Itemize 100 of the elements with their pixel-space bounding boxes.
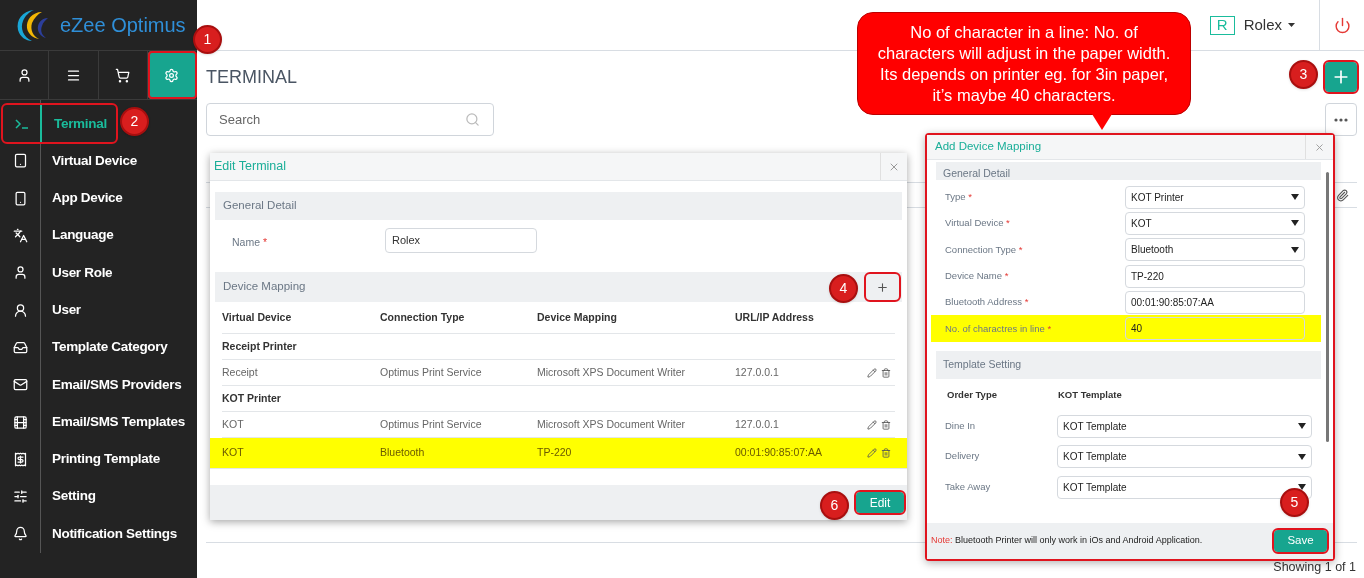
pagination-info: Showing 1 of 1 (1273, 559, 1356, 576)
close-icon (1314, 141, 1325, 153)
field-label: Bluetooth Address * (944, 295, 1030, 310)
caret-icon (1298, 484, 1306, 491)
name-field[interactable]: Rolex (385, 228, 537, 253)
user-icon (12, 302, 28, 318)
search-field[interactable]: Search (206, 103, 494, 136)
more-icon (1334, 117, 1348, 122)
field-label: Dine In (944, 418, 977, 433)
field-label: Device Name * (944, 268, 1010, 283)
person-icon (12, 265, 28, 281)
field-label: Connection Type * (944, 242, 1024, 257)
film-icon (12, 414, 28, 430)
sidebar-item[interactable]: Email/SMS Templates (0, 403, 197, 441)
table-cell-text: KOT (222, 445, 245, 461)
field-label: Name * (231, 235, 269, 250)
terminal-icon (14, 118, 29, 129)
column-header: URL/IP Address (735, 309, 815, 325)
sliders-icon (12, 489, 28, 505)
language-icon (12, 228, 28, 244)
sidebar-item[interactable]: Printing Template (0, 440, 197, 478)
delete-icon[interactable] (881, 448, 891, 458)
sidebar-item[interactable]: User Role (0, 254, 197, 292)
sidebar-item[interactable]: Template Category (0, 328, 197, 367)
cart-icon (115, 67, 131, 83)
sidebar-item[interactable]: User (0, 291, 197, 329)
sidebar-item[interactable]: Email/SMS Providers (0, 366, 197, 404)
table-cell-text: Receipt (222, 364, 259, 380)
inbox-icon (12, 339, 28, 355)
caret-icon (1291, 220, 1299, 227)
menu-icon (65, 67, 81, 83)
dialog-title: Add Device Mapping (934, 139, 1043, 155)
tablet-icon (12, 153, 28, 169)
section-title: Template Setting (943, 356, 1022, 372)
table-cell-text: 00:01:90:85:07:AA (735, 445, 823, 461)
delete-icon[interactable] (881, 367, 891, 378)
select-field[interactable]: Bluetooth (1125, 238, 1305, 262)
select-field[interactable]: KOT Template (1057, 445, 1312, 469)
mail-icon (12, 377, 28, 393)
caret-icon (1288, 23, 1295, 27)
section-title: General Detail (223, 198, 297, 214)
field-label: Take Away (944, 479, 992, 494)
column-header: Order Type (947, 387, 998, 402)
user-avatar: R (1209, 15, 1235, 35)
sidebar-item[interactable]: Notification Settings (0, 515, 197, 553)
user-icon (16, 67, 32, 83)
input-field[interactable]: 40 (1125, 317, 1305, 341)
plus-icon (876, 280, 889, 294)
table-cell-text: Optimus Print Service (380, 364, 483, 380)
dialog-title: Edit Terminal (213, 158, 288, 176)
caret-icon (1291, 194, 1299, 201)
field-label: Delivery (944, 449, 981, 464)
column-header: Device Mapping (537, 309, 618, 325)
section-title: General Detail (943, 166, 1011, 180)
step-marker: 1 (193, 25, 222, 54)
sidebar-item[interactable]: App Device (0, 179, 197, 217)
callout-text: No of character in a line: No. of characters will adjust in the paper width. Its depends on printer eg. for 3in paper, it’s maybe 40 characters. (876, 21, 1172, 106)
delete-icon[interactable] (881, 419, 891, 430)
settings-icon (164, 67, 180, 83)
sidebar-item[interactable]: Language (0, 216, 197, 255)
input-field[interactable]: 00:01:90:85:07:AA (1125, 290, 1305, 314)
sidebar-item[interactable]: Virtual Device (0, 142, 197, 180)
edit-icon[interactable] (867, 367, 877, 378)
sidebar-item[interactable]: Setting (0, 477, 197, 516)
edit-icon[interactable] (867, 419, 877, 430)
note-text: Note: Bluetooth Printer will only work in iOs and Android Application. (931, 534, 1203, 548)
add-mapping-button[interactable] (866, 274, 899, 300)
edit-icon[interactable] (867, 448, 877, 458)
step-marker: 3 (1289, 60, 1318, 89)
phone-icon (12, 190, 28, 206)
table-cell-text: 127.0.0.1 (735, 364, 780, 380)
field-label: Virtual Device * (944, 216, 1011, 231)
caret-icon (1291, 246, 1299, 253)
table-cell-text: 127.0.0.1 (735, 416, 780, 432)
caret-icon (1298, 423, 1306, 430)
logo-text: eZee Optimus (60, 13, 186, 38)
search-icon (465, 112, 480, 127)
add-button[interactable] (1325, 62, 1357, 92)
sidebar-tab[interactable] (147, 51, 197, 99)
column-header: Connection Type (380, 309, 466, 325)
input-field[interactable]: TP-220 (1125, 264, 1305, 288)
table-cell-text: Microsoft XPS Document Writer (537, 416, 686, 432)
table-cell-text: Microsoft XPS Document Writer (537, 364, 686, 380)
page-title: TERMINAL (206, 66, 297, 89)
power-icon (1333, 16, 1351, 34)
field-label: Type * (944, 190, 973, 204)
group-label: KOT Printer (222, 390, 281, 406)
field-label: No. of charactres in line * (944, 321, 1053, 336)
select-field[interactable]: KOT Template (1057, 414, 1312, 438)
table-cell-text: Bluetooth (380, 445, 426, 461)
section-title: Device Mapping (223, 279, 306, 295)
receipt-icon (12, 451, 28, 467)
table-cell-text: KOT (222, 416, 245, 432)
user-menu[interactable]: Rolex (1243, 13, 1295, 37)
select-field[interactable]: KOT (1125, 211, 1305, 235)
column-header: Virtual Device (222, 309, 293, 325)
sidebar-item[interactable]: Terminal (3, 105, 116, 143)
table-cell-text: Optimus Print Service (380, 416, 483, 432)
paperclip-icon (1336, 188, 1349, 202)
select-field[interactable]: KOT Printer (1125, 185, 1305, 209)
